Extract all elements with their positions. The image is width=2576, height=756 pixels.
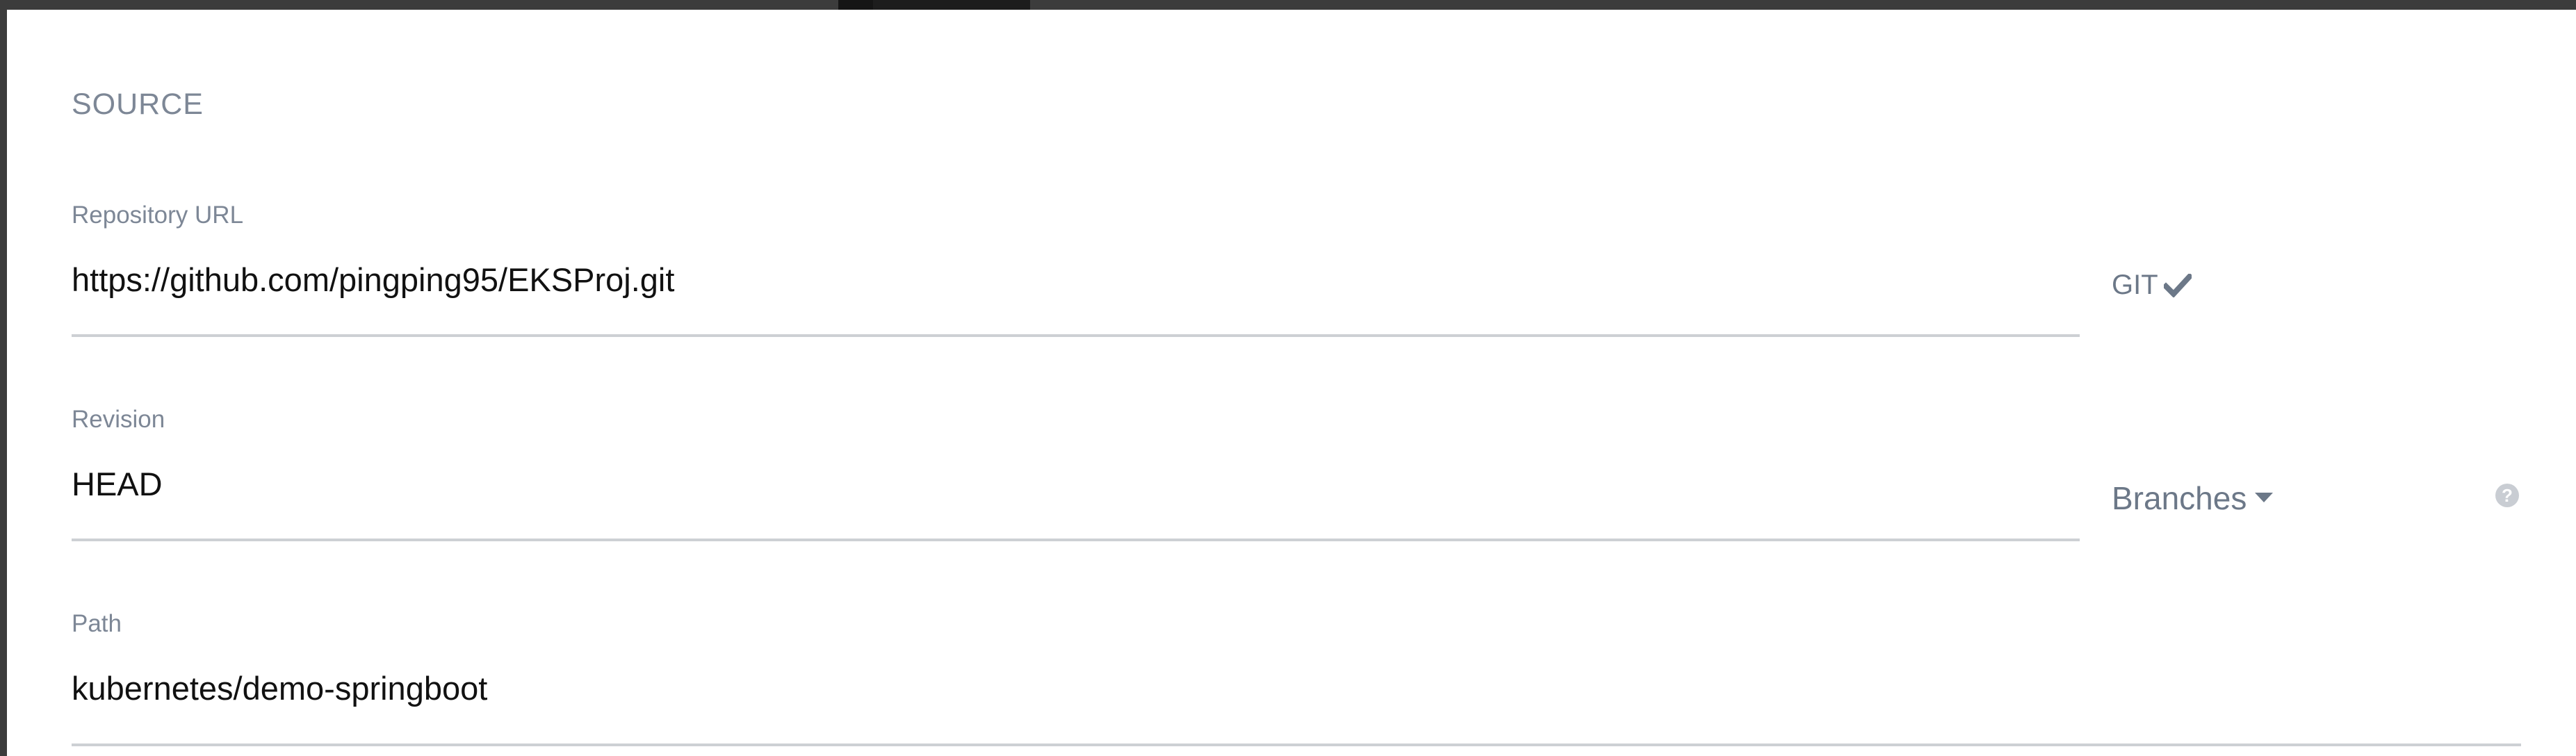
revision-input[interactable] — [72, 463, 2073, 504]
repository-type-status: GIT — [2112, 270, 2192, 301]
left-edge-bar — [0, 0, 7, 756]
revision-label: Revision — [72, 406, 165, 433]
revision-underline — [72, 539, 2080, 541]
path-underline — [72, 743, 2521, 746]
caret-down-icon — [2255, 493, 2274, 502]
section-title: SOURCE — [72, 88, 204, 121]
question-circle-icon[interactable]: ? — [2495, 484, 2519, 507]
branches-label: Branches — [2112, 480, 2247, 516]
repository-url-underline — [72, 334, 2080, 337]
path-input[interactable] — [72, 667, 2504, 709]
repository-type-label: GIT — [2112, 270, 2158, 300]
check-icon — [2163, 273, 2192, 297]
top-bar-tab-segment-active — [873, 0, 1030, 10]
source-panel — [7, 10, 2576, 756]
repository-url-label: Repository URL — [72, 202, 244, 229]
repository-url-input[interactable] — [72, 258, 2073, 300]
browser-top-bar — [0, 0, 2576, 10]
branches-dropdown[interactable]: Branches — [2112, 479, 2274, 517]
path-label: Path — [72, 610, 122, 637]
